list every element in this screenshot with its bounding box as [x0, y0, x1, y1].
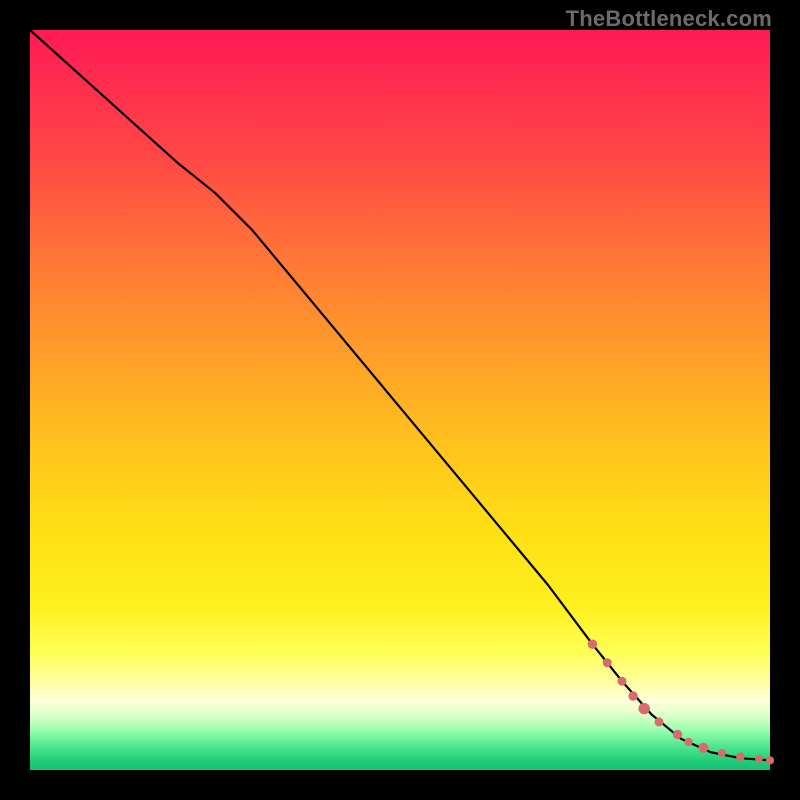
data-point-marker: [685, 738, 692, 745]
bottleneck-curve: [30, 30, 770, 760]
watermark-text: TheBottleneck.com: [566, 6, 772, 32]
data-point-marker: [655, 718, 663, 726]
chart-stage: TheBottleneck.com: [0, 0, 800, 800]
data-point-marker: [718, 749, 725, 756]
chart-overlay: [30, 30, 770, 770]
data-point-marker: [588, 640, 596, 648]
data-point-marker: [629, 692, 637, 700]
marker-group: [588, 640, 773, 764]
data-point-marker: [766, 757, 773, 764]
data-point-marker: [756, 756, 763, 763]
data-point-marker: [639, 703, 649, 713]
data-point-marker: [737, 753, 745, 761]
data-point-marker: [699, 743, 708, 752]
plot-area: [30, 30, 770, 770]
data-point-marker: [618, 677, 626, 685]
data-point-marker: [673, 730, 681, 738]
data-point-marker: [603, 659, 611, 667]
